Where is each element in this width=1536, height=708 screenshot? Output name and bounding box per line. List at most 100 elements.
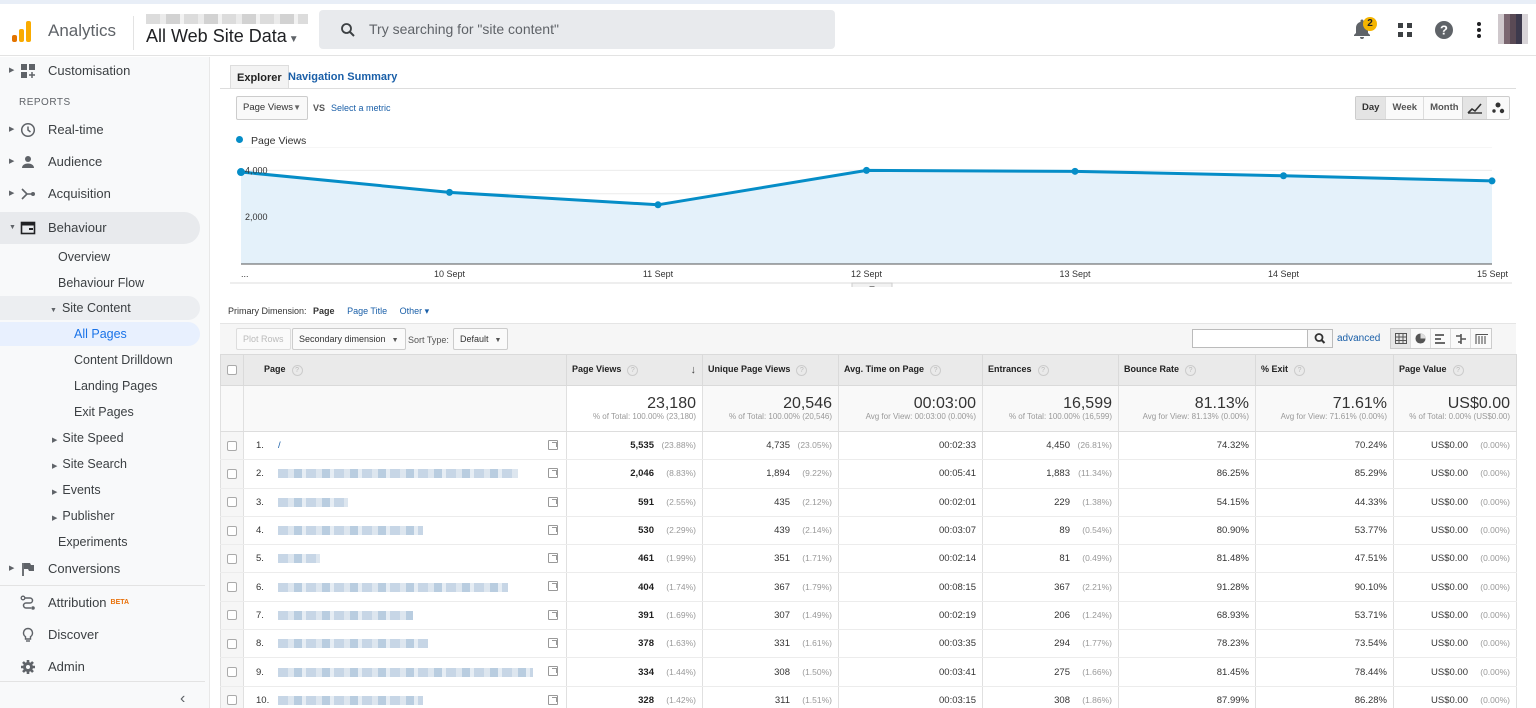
sidebar-item-site-search[interactable]: ▶ Site Search	[52, 452, 127, 476]
page-link-redacted[interactable]	[278, 582, 508, 592]
total-bounce-rate: 81.13% Avg for View: 81.13% (0.00%)	[1118, 385, 1256, 432]
plot-rows-button[interactable]: Plot Rows	[236, 328, 291, 350]
help-icon[interactable]: ?	[627, 364, 639, 376]
filter-search-button[interactable]	[1307, 329, 1333, 348]
row-checkbox[interactable]	[227, 610, 237, 621]
row-checkbox[interactable]	[227, 667, 237, 677]
column-header-avg-time-on-page[interactable]: Avg. Time on Page?	[838, 354, 983, 386]
open-external-icon[interactable]	[548, 468, 558, 479]
table-view-button[interactable]	[1391, 329, 1411, 348]
open-external-icon[interactable]	[548, 609, 558, 620]
sort-type-select[interactable]: Default ▼	[453, 328, 509, 350]
page-link-redacted[interactable]	[278, 469, 518, 479]
page-link[interactable]: /	[278, 440, 281, 451]
comparison-view-button[interactable]	[1451, 329, 1471, 348]
help-icon[interactable]: ?	[291, 364, 303, 376]
page-link-redacted[interactable]	[278, 695, 423, 705]
help-icon[interactable]: ?	[1294, 364, 1306, 376]
collapse-sidebar-icon[interactable]: ‹	[180, 690, 185, 708]
open-external-icon[interactable]	[548, 694, 558, 705]
row-checkbox[interactable]	[227, 497, 237, 508]
select-metric-link[interactable]: Select a metric	[331, 103, 391, 113]
sidebar-item-exit-pages[interactable]: Exit Pages	[74, 400, 134, 424]
metric-select[interactable]: Page Views ▼	[236, 96, 308, 120]
column-header-page[interactable]: Page?	[243, 354, 567, 386]
open-external-icon[interactable]	[548, 666, 558, 677]
sidebar-item-behaviour-flow[interactable]: Behaviour Flow	[58, 271, 144, 295]
page-link-redacted[interactable]	[278, 610, 413, 620]
column-header-exit[interactable]: % Exit?	[1255, 354, 1394, 386]
column-header-bounce-rate[interactable]: Bounce Rate?	[1118, 354, 1256, 386]
sidebar-item-landing-pages[interactable]: Landing Pages	[74, 374, 157, 398]
column-header-entrances[interactable]: Entrances?	[982, 354, 1119, 386]
page-link-redacted[interactable]	[278, 526, 423, 536]
page-link-redacted[interactable]	[278, 639, 428, 649]
table-filter-input[interactable]	[1192, 329, 1308, 348]
row-checkbox[interactable]	[227, 638, 237, 649]
page-link-redacted[interactable]	[278, 667, 533, 677]
select-all-checkbox[interactable]	[227, 365, 237, 376]
sidebar-item-publisher[interactable]: ▶ Publisher	[52, 504, 115, 528]
row-checkbox[interactable]	[227, 695, 237, 706]
avg-time-cell: 00:08:15	[838, 572, 983, 602]
sidebar-item-all-pages[interactable]: All Pages	[74, 322, 127, 346]
sidebar-item-events[interactable]: ▶ Events	[52, 478, 101, 502]
view-name: All Web Site Data	[146, 26, 287, 46]
more-vert-icon[interactable]	[1467, 18, 1491, 42]
search-bar[interactable]	[319, 10, 835, 49]
open-external-icon[interactable]	[548, 524, 558, 535]
expand-arrow-icon: ▶	[9, 67, 15, 74]
help-icon[interactable]: ?	[930, 364, 942, 376]
line-chart-button[interactable]	[1463, 97, 1487, 119]
performance-view-button[interactable]	[1431, 329, 1451, 348]
search-input[interactable]	[369, 18, 809, 40]
column-header-unique-page-views[interactable]: Unique Page Views?	[702, 354, 839, 386]
sidebar-item-content-drilldown[interactable]: Content Drilldown	[74, 348, 173, 372]
chart-type-buttons	[1462, 96, 1510, 120]
row-checkbox[interactable]	[227, 468, 237, 479]
account-name-redacted[interactable]	[146, 14, 308, 24]
dimension-page-title[interactable]: Page Title	[347, 306, 387, 316]
pie-view-button[interactable]	[1411, 329, 1431, 348]
sidebar-item-site-speed[interactable]: ▶ Site Speed	[52, 426, 124, 450]
secondary-dimension-select[interactable]: Secondary dimension ▼	[292, 328, 406, 350]
motion-chart-button[interactable]	[1487, 97, 1509, 119]
help-icon[interactable]: ?	[1185, 364, 1197, 376]
row-checkbox[interactable]	[227, 525, 237, 536]
avatar[interactable]	[1498, 14, 1528, 44]
row-checkbox[interactable]	[227, 440, 237, 451]
view-selector[interactable]: All Web Site Data ▼	[146, 26, 299, 47]
collapse-arrow-icon: ▼	[9, 224, 16, 231]
help-icon[interactable]: ?	[1452, 364, 1464, 376]
column-header-page-value[interactable]: Page Value?	[1393, 354, 1517, 386]
open-external-icon[interactable]	[548, 440, 558, 450]
open-external-icon[interactable]	[548, 638, 558, 649]
help-icon[interactable]: ?	[1432, 18, 1456, 42]
tab-navigation-summary[interactable]: Navigation Summary	[282, 65, 403, 89]
dimension-other[interactable]: Other ▾	[400, 306, 430, 316]
exit-cell: 90.10%	[1255, 572, 1394, 602]
open-external-icon[interactable]	[548, 581, 558, 592]
advanced-filter-link[interactable]: advanced	[1337, 333, 1380, 344]
dimension-page[interactable]: Page	[313, 306, 335, 316]
page-link-redacted[interactable]	[278, 554, 320, 564]
help-icon[interactable]: ?	[796, 364, 808, 376]
apps-grid-icon[interactable]	[1393, 18, 1417, 42]
column-header-page-views[interactable]: Page Views? ↓	[566, 354, 703, 386]
help-icon[interactable]: ?	[1037, 364, 1049, 376]
sidebar: ▶ Customisation REPORTS ▶ Real-time ▶ Au…	[0, 57, 210, 708]
month-button[interactable]: Month	[1424, 97, 1465, 119]
day-button[interactable]: Day	[1356, 97, 1387, 119]
open-external-icon[interactable]	[548, 496, 558, 507]
pivot-view-button[interactable]	[1471, 329, 1491, 348]
week-button[interactable]: Week	[1386, 97, 1425, 119]
row-checkbox[interactable]	[227, 553, 237, 564]
comparison-icon	[1455, 333, 1466, 344]
open-external-icon[interactable]	[548, 553, 558, 564]
row-checkbox[interactable]	[227, 582, 237, 593]
sidebar-item-experiments[interactable]: Experiments	[58, 530, 127, 554]
page-link-redacted[interactable]	[278, 497, 348, 507]
sidebar-item-overview[interactable]: Overview	[58, 245, 110, 269]
sidebar-item-site-content[interactable]: ▼ Site Content	[50, 296, 131, 320]
tab-explorer[interactable]: Explorer	[230, 65, 289, 89]
